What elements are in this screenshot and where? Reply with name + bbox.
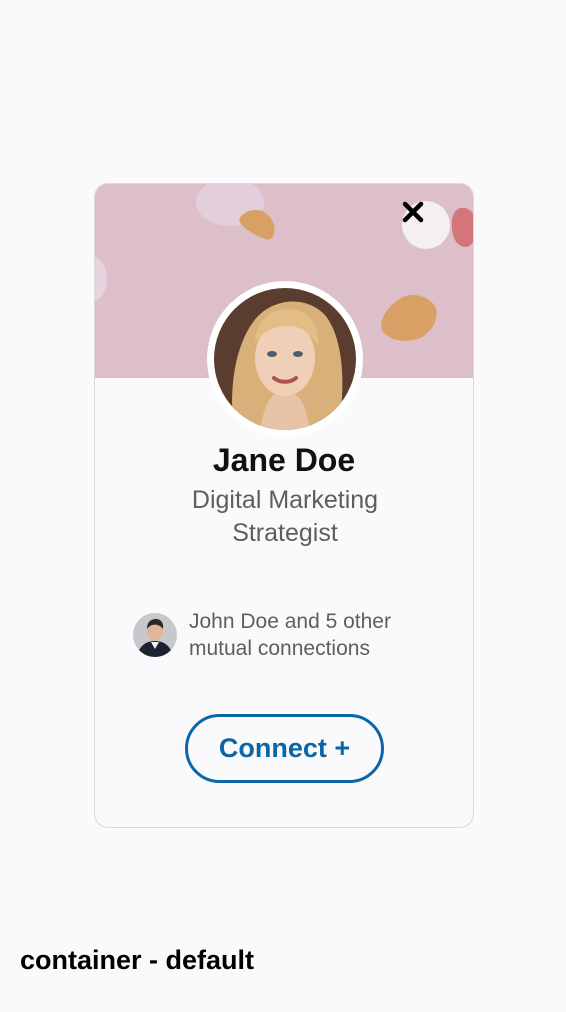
avatar[interactable] bbox=[214, 288, 356, 430]
state-caption: container - default bbox=[20, 945, 255, 975]
mutual-connections[interactable]: John Doe and 5 other mutual connections bbox=[133, 608, 429, 662]
profile-job-title: Digital Marketing Strategist bbox=[191, 486, 379, 547]
connect-button[interactable]: Connect + bbox=[185, 714, 384, 783]
avatar-frame bbox=[207, 281, 363, 437]
mutual-connection-photo bbox=[133, 613, 177, 657]
mutual-connection-avatar bbox=[133, 613, 177, 657]
profile-photo bbox=[214, 288, 356, 430]
mutual-connections-text: John Doe and 5 other mutual connections bbox=[189, 610, 391, 660]
profile-name: Jane Doe bbox=[212, 442, 356, 478]
profile-card: Jane Doe Digital Marketing Strategist Jo… bbox=[94, 183, 474, 828]
close-button[interactable] bbox=[402, 201, 450, 249]
